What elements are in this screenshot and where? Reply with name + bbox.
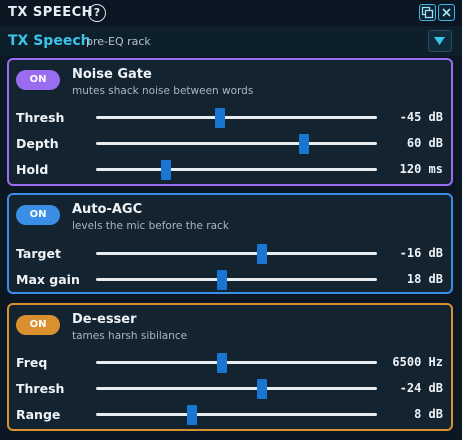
target-value: -16 dB [399, 246, 443, 260]
slider-track [96, 278, 377, 281]
slider-track [96, 413, 377, 416]
close-icon[interactable] [438, 4, 455, 21]
de-esser-thresh-value: -24 dB [399, 381, 443, 395]
title-bar: TX SPEECH ? [0, 0, 462, 27]
freq-value: 6500 Hz [392, 355, 443, 369]
noise-gate-header: ON Noise Gate mutes shack noise between … [9, 60, 451, 108]
thresh-value: -45 dB [399, 110, 443, 124]
de-esser-thresh-row: Thresh -24 dB [9, 376, 451, 402]
noise-gate-panel: ON Noise Gate mutes shack noise between … [7, 58, 453, 186]
noise-gate-toggle[interactable]: ON [16, 70, 60, 90]
hold-value: 120 ms [399, 162, 443, 176]
depth-slider[interactable] [96, 131, 377, 157]
slider-thumb[interactable] [217, 270, 228, 290]
de-esser-toggle[interactable]: ON [16, 315, 60, 335]
de-esser-panel: ON De-esser tames harsh sibilance Freq 6… [7, 303, 453, 431]
noise-gate-description: mutes shack noise between words [72, 85, 254, 97]
help-icon[interactable]: ? [88, 4, 106, 22]
max-gain-slider[interactable] [96, 267, 377, 293]
de-esser-description: tames harsh sibilance [72, 330, 188, 342]
depth-label: Depth [16, 136, 59, 151]
slider-thumb[interactable] [256, 244, 267, 264]
auto-agc-header: ON Auto-AGC levels the mic before the ra… [9, 195, 451, 243]
rack-subtitle: pre-EQ rack [86, 35, 151, 48]
range-row: Range 8 dB [9, 402, 451, 428]
auto-agc-description: levels the mic before the rack [72, 220, 229, 232]
slider-thumb[interactable] [256, 379, 267, 399]
hold-row: Hold 120 ms [9, 157, 451, 183]
de-esser-header: ON De-esser tames harsh sibilance [9, 305, 451, 353]
noise-gate-name: Noise Gate [72, 67, 152, 82]
hold-slider[interactable] [96, 157, 377, 183]
popout-icon[interactable] [419, 4, 436, 21]
target-slider[interactable] [96, 241, 377, 267]
depth-value: 60 dB [406, 136, 443, 150]
target-row: Target -16 dB [9, 241, 451, 267]
thresh-row: Thresh -45 dB [9, 105, 451, 131]
slider-track [96, 116, 377, 119]
de-esser-thresh-label: Thresh [16, 381, 65, 396]
slider-track [96, 252, 377, 255]
freq-label: Freq [16, 355, 48, 370]
max-gain-label: Max gain [16, 272, 80, 287]
hold-label: Hold [16, 162, 49, 177]
auto-agc-panel: ON Auto-AGC levels the mic before the ra… [7, 193, 453, 294]
target-label: Target [16, 246, 61, 261]
thresh-label: Thresh [16, 110, 65, 125]
range-label: Range [16, 407, 61, 422]
slider-thumb[interactable] [161, 160, 172, 180]
slider-thumb[interactable] [214, 108, 225, 128]
slider-thumb[interactable] [217, 353, 228, 373]
rack-title: TX Speech [8, 33, 91, 49]
slider-track [96, 361, 377, 364]
freq-slider[interactable] [96, 350, 377, 376]
slider-track [96, 142, 377, 145]
de-esser-thresh-slider[interactable] [96, 376, 377, 402]
thresh-slider[interactable] [96, 105, 377, 131]
de-esser-name: De-esser [72, 312, 137, 327]
max-gain-value: 18 dB [406, 272, 443, 286]
range-value: 8 dB [414, 407, 443, 421]
max-gain-row: Max gain 18 dB [9, 267, 451, 293]
auto-agc-toggle[interactable]: ON [16, 205, 60, 225]
auto-agc-name: Auto-AGC [72, 202, 143, 217]
freq-row: Freq 6500 Hz [9, 350, 451, 376]
range-slider[interactable] [96, 402, 377, 428]
slider-thumb[interactable] [298, 134, 309, 154]
slider-track [96, 168, 377, 171]
depth-row: Depth 60 dB [9, 131, 451, 157]
rack-header: TX Speech pre-EQ rack [0, 26, 462, 56]
slider-thumb[interactable] [186, 405, 197, 425]
chevron-down-icon[interactable] [428, 30, 452, 52]
slider-track [96, 387, 377, 390]
window-title: TX SPEECH [8, 5, 93, 20]
